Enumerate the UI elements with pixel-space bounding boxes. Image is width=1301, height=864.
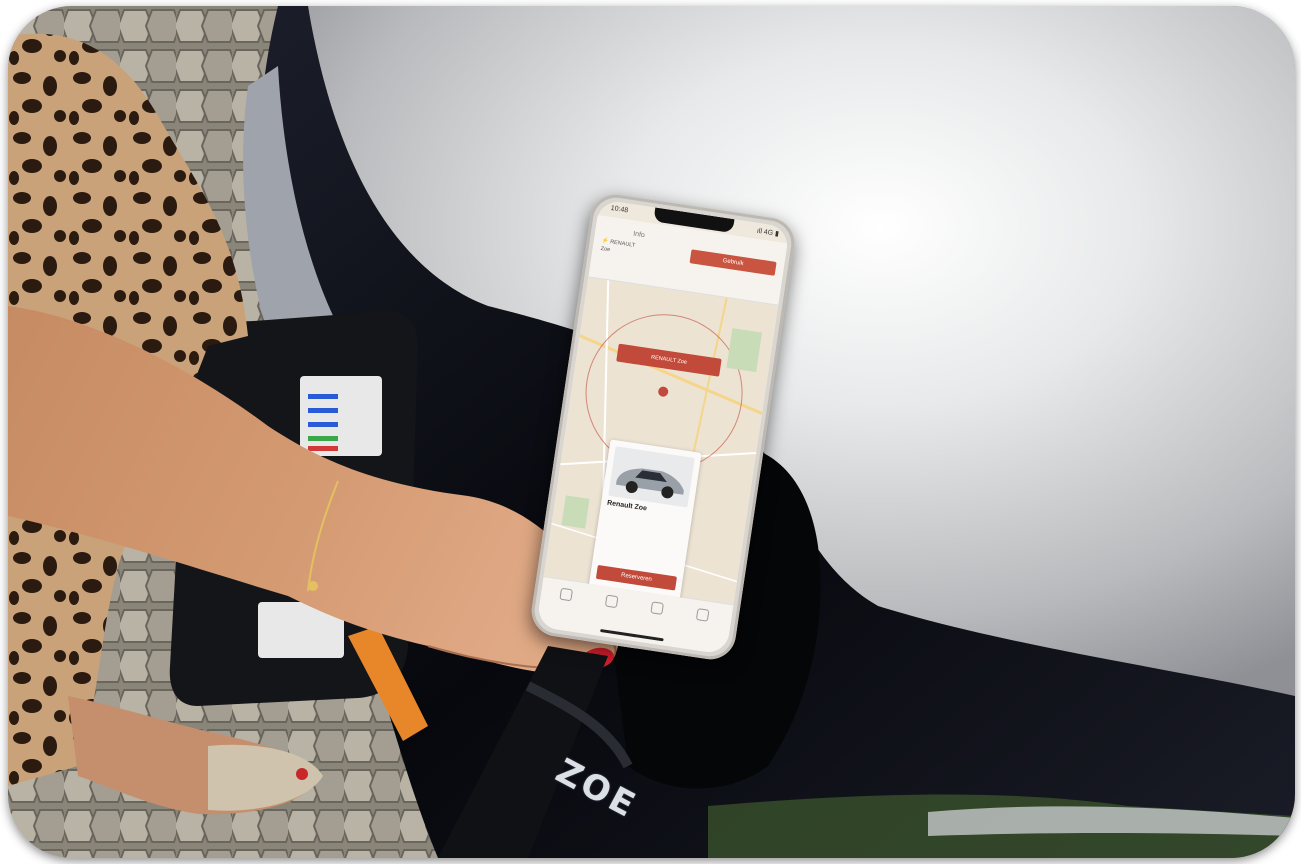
status-indicators: ıll 4G ▮ (756, 227, 780, 238)
vehicle-title: Renault Zoe (606, 499, 648, 513)
info-line-2: Zoe (600, 245, 611, 254)
user-icon (650, 601, 664, 615)
use-button[interactable]: Gebruik (689, 249, 777, 276)
reserve-button[interactable]: Reserveren (595, 564, 678, 591)
nav-item-search[interactable] (542, 585, 590, 607)
map-view[interactable]: RENAULT Zoe Renault Zoe Reserveren (543, 276, 779, 606)
status-time: 10:48 (610, 204, 629, 215)
header-tab[interactable]: Info (633, 231, 646, 240)
nav-item-help[interactable] (679, 606, 727, 628)
vehicle-image (608, 446, 695, 508)
nav-item-account[interactable] (633, 599, 681, 621)
home-indicator (600, 628, 664, 642)
photo-frame: ZOE 10:48 ıll 4G ▮ Info Gebruik ⚡ RENAUL… (8, 6, 1295, 858)
help-icon (695, 608, 710, 622)
calendar-icon (604, 594, 619, 609)
search-icon (559, 587, 573, 602)
nav-item-reservations[interactable] (588, 592, 636, 614)
